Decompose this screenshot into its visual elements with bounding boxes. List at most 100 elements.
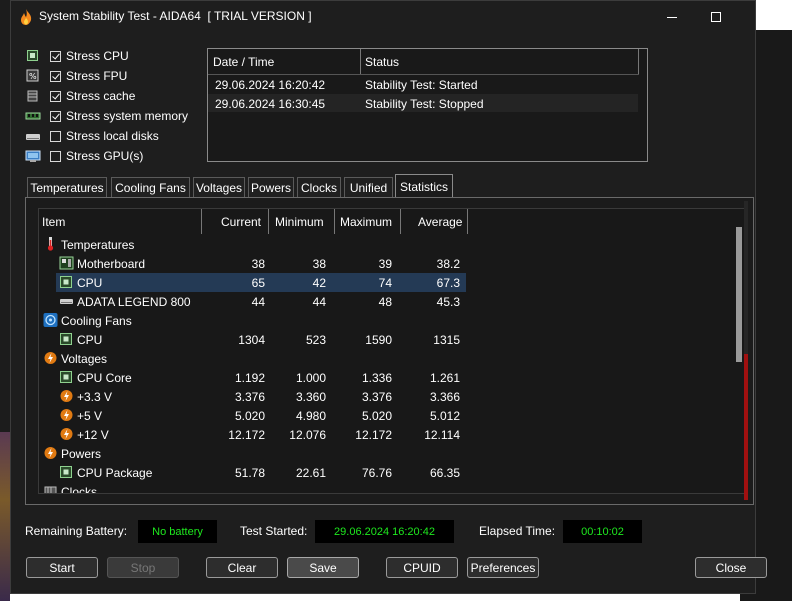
column-current[interactable]: Current (221, 215, 261, 229)
value-cur: 44 (251, 295, 265, 309)
start-button[interactable]: Start (26, 557, 98, 578)
value-avg: 1315 (433, 333, 460, 347)
stress-fpu-checkbox[interactable] (50, 70, 61, 82)
column-status[interactable]: Status (365, 55, 399, 69)
value-min: 44 (312, 295, 326, 309)
value-max: 1.336 (361, 371, 392, 385)
log-row[interactable]: 29.06.2024 16:30:45 Stability Test: Stop… (208, 94, 638, 112)
cpuid-button[interactable]: CPUID (386, 557, 458, 578)
tab-temperatures[interactable]: Temperatures (27, 177, 107, 197)
close-button[interactable]: Close (695, 557, 767, 578)
log-row[interactable]: 29.06.2024 16:20:42 Stability Test: Star… (208, 75, 638, 93)
column-separator (400, 209, 401, 234)
scroll-track (744, 201, 748, 354)
value-avg: 67.3 (436, 276, 460, 290)
group-row[interactable]: Cooling Fans (39, 311, 479, 330)
column-separator (360, 49, 361, 74)
stability-test-window: System Stability Test - AIDA64 [ TRIAL V… (10, 0, 767, 594)
value-avg: 12.114 (424, 428, 460, 442)
save-button[interactable]: Save (287, 557, 359, 578)
column-date-time[interactable]: Date / Time (213, 55, 274, 69)
group-row[interactable]: Clocks (39, 482, 479, 493)
value-min: 523 (305, 333, 326, 347)
statistics-header: Item Current Minimum Maximum Average (39, 209, 469, 234)
group-row[interactable]: Powers (39, 444, 479, 463)
clear-button[interactable]: Clear (206, 557, 278, 578)
status-log[interactable]: Date / Time Status 29.06.2024 16:20:42 S… (207, 48, 648, 162)
column-separator (638, 49, 639, 74)
column-average[interactable]: Average (418, 215, 462, 229)
option-stress-cache[interactable]: Stress cache (25, 87, 135, 105)
row-label: +12 V (77, 428, 109, 442)
value-max: 74 (378, 276, 392, 290)
value-cur: 38 (251, 257, 265, 271)
vertical-scrollbar[interactable] (736, 227, 742, 362)
stress-cpu-checkbox[interactable] (50, 50, 61, 62)
tab-statistics[interactable]: Statistics (395, 174, 453, 198)
table-row[interactable]: CPU 65 42 74 67.3 (39, 273, 479, 292)
group-row[interactable]: Temperatures (39, 235, 479, 254)
option-stress-gpu[interactable]: Stress GPU(s) (25, 147, 143, 165)
value-max: 3.376 (361, 390, 392, 404)
fan-icon (43, 313, 58, 327)
value-max: 39 (378, 257, 392, 271)
background-wallpaper (0, 432, 10, 601)
fpu-chip-icon: % (25, 69, 41, 83)
stress-gpu-checkbox[interactable] (50, 150, 61, 162)
stress-disks-label: Stress local disks (66, 129, 159, 143)
table-row[interactable]: ADATA LEGEND 800 44 44 48 45.3 (39, 292, 479, 311)
row-label: +3.3 V (77, 390, 113, 404)
elapsed-time-label: Elapsed Time: (479, 524, 556, 538)
value-min: 3.360 (295, 390, 326, 404)
table-row[interactable]: CPU Core 1.192 1.000 1.336 1.261 (39, 368, 479, 387)
column-minimum[interactable]: Minimum (275, 215, 324, 229)
group-row[interactable]: Voltages (39, 349, 479, 368)
stress-cache-label: Stress cache (66, 89, 136, 103)
table-row[interactable]: Motherboard 38 38 39 38.2 (39, 254, 479, 273)
value-min: 4.980 (295, 409, 326, 423)
option-stress-disks[interactable]: Stress local disks (25, 127, 159, 145)
disk-icon (59, 294, 74, 308)
row-label: CPU Core (77, 371, 132, 385)
tab-cooling-fans[interactable]: Cooling Fans (111, 177, 190, 197)
column-item[interactable]: Item (42, 215, 65, 229)
value-cur: 5.020 (234, 409, 265, 423)
cpu-chip-icon (59, 465, 74, 479)
stress-memory-checkbox[interactable] (50, 110, 61, 122)
stress-disks-checkbox[interactable] (50, 130, 61, 142)
log-status: Stability Test: Started (365, 78, 478, 92)
value-max: 12.172 (355, 428, 392, 442)
option-stress-fpu[interactable]: % Stress FPU (25, 67, 127, 85)
column-maximum[interactable]: Maximum (340, 215, 392, 229)
tab-powers[interactable]: Powers (248, 177, 294, 197)
minimize-button[interactable] (657, 7, 687, 27)
value-avg: 66.35 (429, 466, 460, 480)
table-row[interactable]: CPU 1304 523 1590 1315 (39, 330, 479, 349)
table-row[interactable]: +12 V 12.172 12.076 12.172 12.114 (39, 425, 479, 444)
row-label: Temperatures (61, 238, 135, 252)
option-stress-cpu[interactable]: Stress CPU (25, 47, 129, 65)
table-row[interactable]: CPU Package 51.78 22.61 76.76 66.35 (39, 463, 479, 482)
row-label: Cooling Fans (61, 314, 132, 328)
statistics-table[interactable]: Item Current Minimum Maximum Average Tem… (38, 208, 746, 494)
stop-button[interactable]: Stop (107, 557, 179, 578)
gpu-icon (25, 149, 41, 163)
table-row[interactable]: +3.3 V 3.376 3.360 3.376 3.366 (39, 387, 479, 406)
cache-icon (25, 89, 41, 103)
row-label: Powers (61, 447, 102, 461)
tab-clocks[interactable]: Clocks (297, 177, 341, 197)
tab-unified[interactable]: Unified (344, 177, 393, 197)
option-stress-memory[interactable]: Stress system memory (25, 107, 188, 125)
preferences-button[interactable]: Preferences (467, 557, 539, 578)
remaining-battery-label: Remaining Battery: (25, 524, 128, 538)
tab-voltages[interactable]: Voltages (193, 177, 245, 197)
value-max: 1590 (365, 333, 392, 347)
table-row[interactable]: +5 V 5.020 4.980 5.020 5.012 (39, 406, 479, 425)
value-avg: 3.366 (429, 390, 460, 404)
column-separator (201, 209, 202, 234)
voltage-icon (59, 389, 74, 403)
row-label: CPU (77, 333, 103, 347)
stress-cache-checkbox[interactable] (50, 90, 61, 102)
voltage-icon (59, 408, 74, 422)
maximize-button[interactable] (701, 7, 731, 27)
